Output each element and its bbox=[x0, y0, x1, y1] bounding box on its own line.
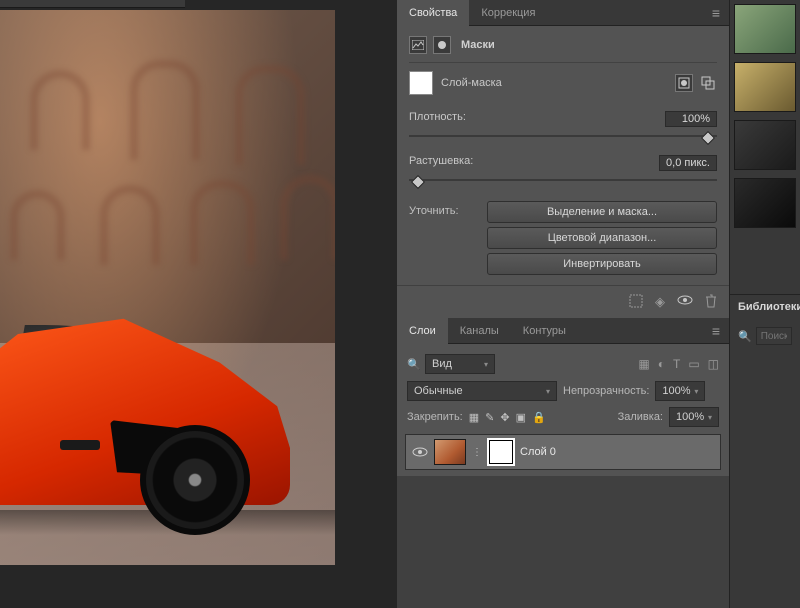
add-pixel-mask-icon[interactable] bbox=[675, 74, 693, 92]
libraries-search-icon[interactable]: 🔍 bbox=[738, 330, 752, 343]
feather-label: Растушевка: bbox=[409, 155, 473, 171]
recent-thumb-4[interactable] bbox=[734, 178, 796, 228]
layers-panel: Слои Каналы Контуры ≡ 🔍 Вид▾ ▦ ◐ T ▭ bbox=[397, 318, 729, 608]
invert-button[interactable]: Инвертировать bbox=[487, 253, 717, 275]
libraries-tab[interactable]: Библиотеки bbox=[730, 294, 800, 319]
blend-opacity-row: Обычные▾ Непрозрачность: 100%▾ bbox=[405, 378, 721, 404]
layer-thumbnail[interactable] bbox=[434, 439, 466, 465]
layers-tabs: Слои Каналы Контуры ≡ bbox=[397, 318, 729, 344]
mask-thumbnail[interactable] bbox=[409, 71, 433, 95]
load-selection-icon[interactable] bbox=[629, 294, 643, 310]
document-image bbox=[0, 10, 335, 565]
opacity-dropdown[interactable]: 100%▾ bbox=[655, 381, 705, 401]
refine-label: Уточнить: bbox=[409, 201, 479, 275]
layer-mask-thumbnail[interactable] bbox=[488, 439, 514, 465]
color-range-button[interactable]: Цветовой диапазон... bbox=[487, 227, 717, 249]
lock-image-icon[interactable]: ✎ bbox=[485, 411, 494, 424]
layers-menu-icon[interactable]: ≡ bbox=[703, 318, 729, 344]
fill-dropdown[interactable]: 100%▾ bbox=[669, 407, 719, 427]
density-label: Плотность: bbox=[409, 111, 466, 127]
blend-mode-dropdown[interactable]: Обычные▾ bbox=[407, 381, 557, 401]
properties-panel: Свойства Коррекция ≡ Маски Слой- bbox=[397, 0, 729, 318]
select-and-mask-button[interactable]: Выделение и маска... bbox=[487, 201, 717, 223]
vector-mask-icon[interactable] bbox=[433, 36, 451, 54]
canvas-area[interactable] bbox=[0, 0, 397, 608]
lock-label: Закрепить: bbox=[407, 411, 463, 423]
lock-fill-row: Закрепить: ▦ ✎ ✥ ▣ 🔒 Заливка: 100%▾ bbox=[405, 404, 721, 430]
properties-tabs: Свойства Коррекция ≡ bbox=[397, 0, 729, 26]
layer-list: ⋮ Слой 0 bbox=[405, 434, 721, 470]
mask-type-row: Слой-маска bbox=[409, 62, 717, 105]
masks-label: Маски bbox=[461, 39, 495, 51]
recent-thumb-2[interactable] bbox=[734, 62, 796, 112]
delete-mask-icon[interactable] bbox=[705, 294, 717, 310]
density-slider[interactable] bbox=[409, 129, 717, 143]
recent-thumb-3[interactable] bbox=[734, 120, 796, 170]
lock-transparent-icon[interactable]: ▦ bbox=[469, 411, 479, 424]
density-value[interactable]: 100% bbox=[665, 111, 717, 127]
filter-shape-icon[interactable]: ▭ bbox=[688, 357, 699, 371]
filter-kind-dropdown[interactable]: Вид▾ bbox=[425, 354, 495, 374]
right-dock: Библиотеки 🔍 bbox=[729, 0, 800, 608]
layers-empty-area[interactable] bbox=[397, 476, 729, 608]
visibility-toggle-icon[interactable] bbox=[412, 446, 428, 458]
feather-value[interactable]: 0,0 пикс. bbox=[659, 155, 717, 171]
density-control: Плотность: 100% bbox=[409, 105, 717, 149]
libraries-search-input[interactable] bbox=[756, 327, 792, 345]
canvas-top-bar bbox=[0, 0, 185, 8]
filter-adjustment-icon[interactable]: ◐ bbox=[658, 357, 665, 371]
properties-footer: ◈ bbox=[397, 285, 729, 318]
panel-menu-icon[interactable]: ≡ bbox=[703, 0, 729, 26]
feather-control: Растушевка: 0,0 пикс. bbox=[409, 149, 717, 193]
layers-filter-row: 🔍 Вид▾ ▦ ◐ T ▭ ◫ bbox=[405, 350, 721, 378]
tab-adjustments[interactable]: Коррекция bbox=[469, 0, 547, 26]
masks-header: Маски bbox=[409, 32, 717, 62]
filter-type-icon[interactable]: T bbox=[673, 357, 680, 371]
tab-properties[interactable]: Свойства bbox=[397, 0, 469, 26]
toggle-mask-icon[interactable] bbox=[677, 294, 693, 310]
lock-position-icon[interactable]: ✥ bbox=[500, 411, 509, 424]
apply-mask-icon[interactable]: ◈ bbox=[655, 294, 665, 310]
filter-pixel-icon[interactable]: ▦ bbox=[638, 357, 649, 371]
mask-link-icon[interactable]: ⋮ bbox=[472, 447, 482, 458]
mask-type-label: Слой-маска bbox=[441, 77, 502, 89]
filter-smart-icon[interactable]: ◫ bbox=[708, 357, 719, 371]
fill-label: Заливка: bbox=[618, 411, 663, 423]
lock-all-icon[interactable]: 🔒 bbox=[532, 411, 546, 424]
opacity-label: Непрозрачность: bbox=[563, 385, 649, 397]
layer-item[interactable]: ⋮ Слой 0 bbox=[405, 434, 721, 470]
add-vector-mask-icon[interactable] bbox=[699, 74, 717, 92]
layer-name-label[interactable]: Слой 0 bbox=[520, 446, 556, 458]
pixel-mask-icon[interactable] bbox=[409, 36, 427, 54]
tab-paths[interactable]: Контуры bbox=[511, 318, 578, 344]
lock-artboard-icon[interactable]: ▣ bbox=[516, 411, 526, 424]
recent-thumb-1[interactable] bbox=[734, 4, 796, 54]
feather-slider[interactable] bbox=[409, 173, 717, 187]
filter-search-icon[interactable]: 🔍 bbox=[407, 358, 421, 371]
tab-layers[interactable]: Слои bbox=[397, 318, 448, 344]
tab-channels[interactable]: Каналы bbox=[448, 318, 511, 344]
